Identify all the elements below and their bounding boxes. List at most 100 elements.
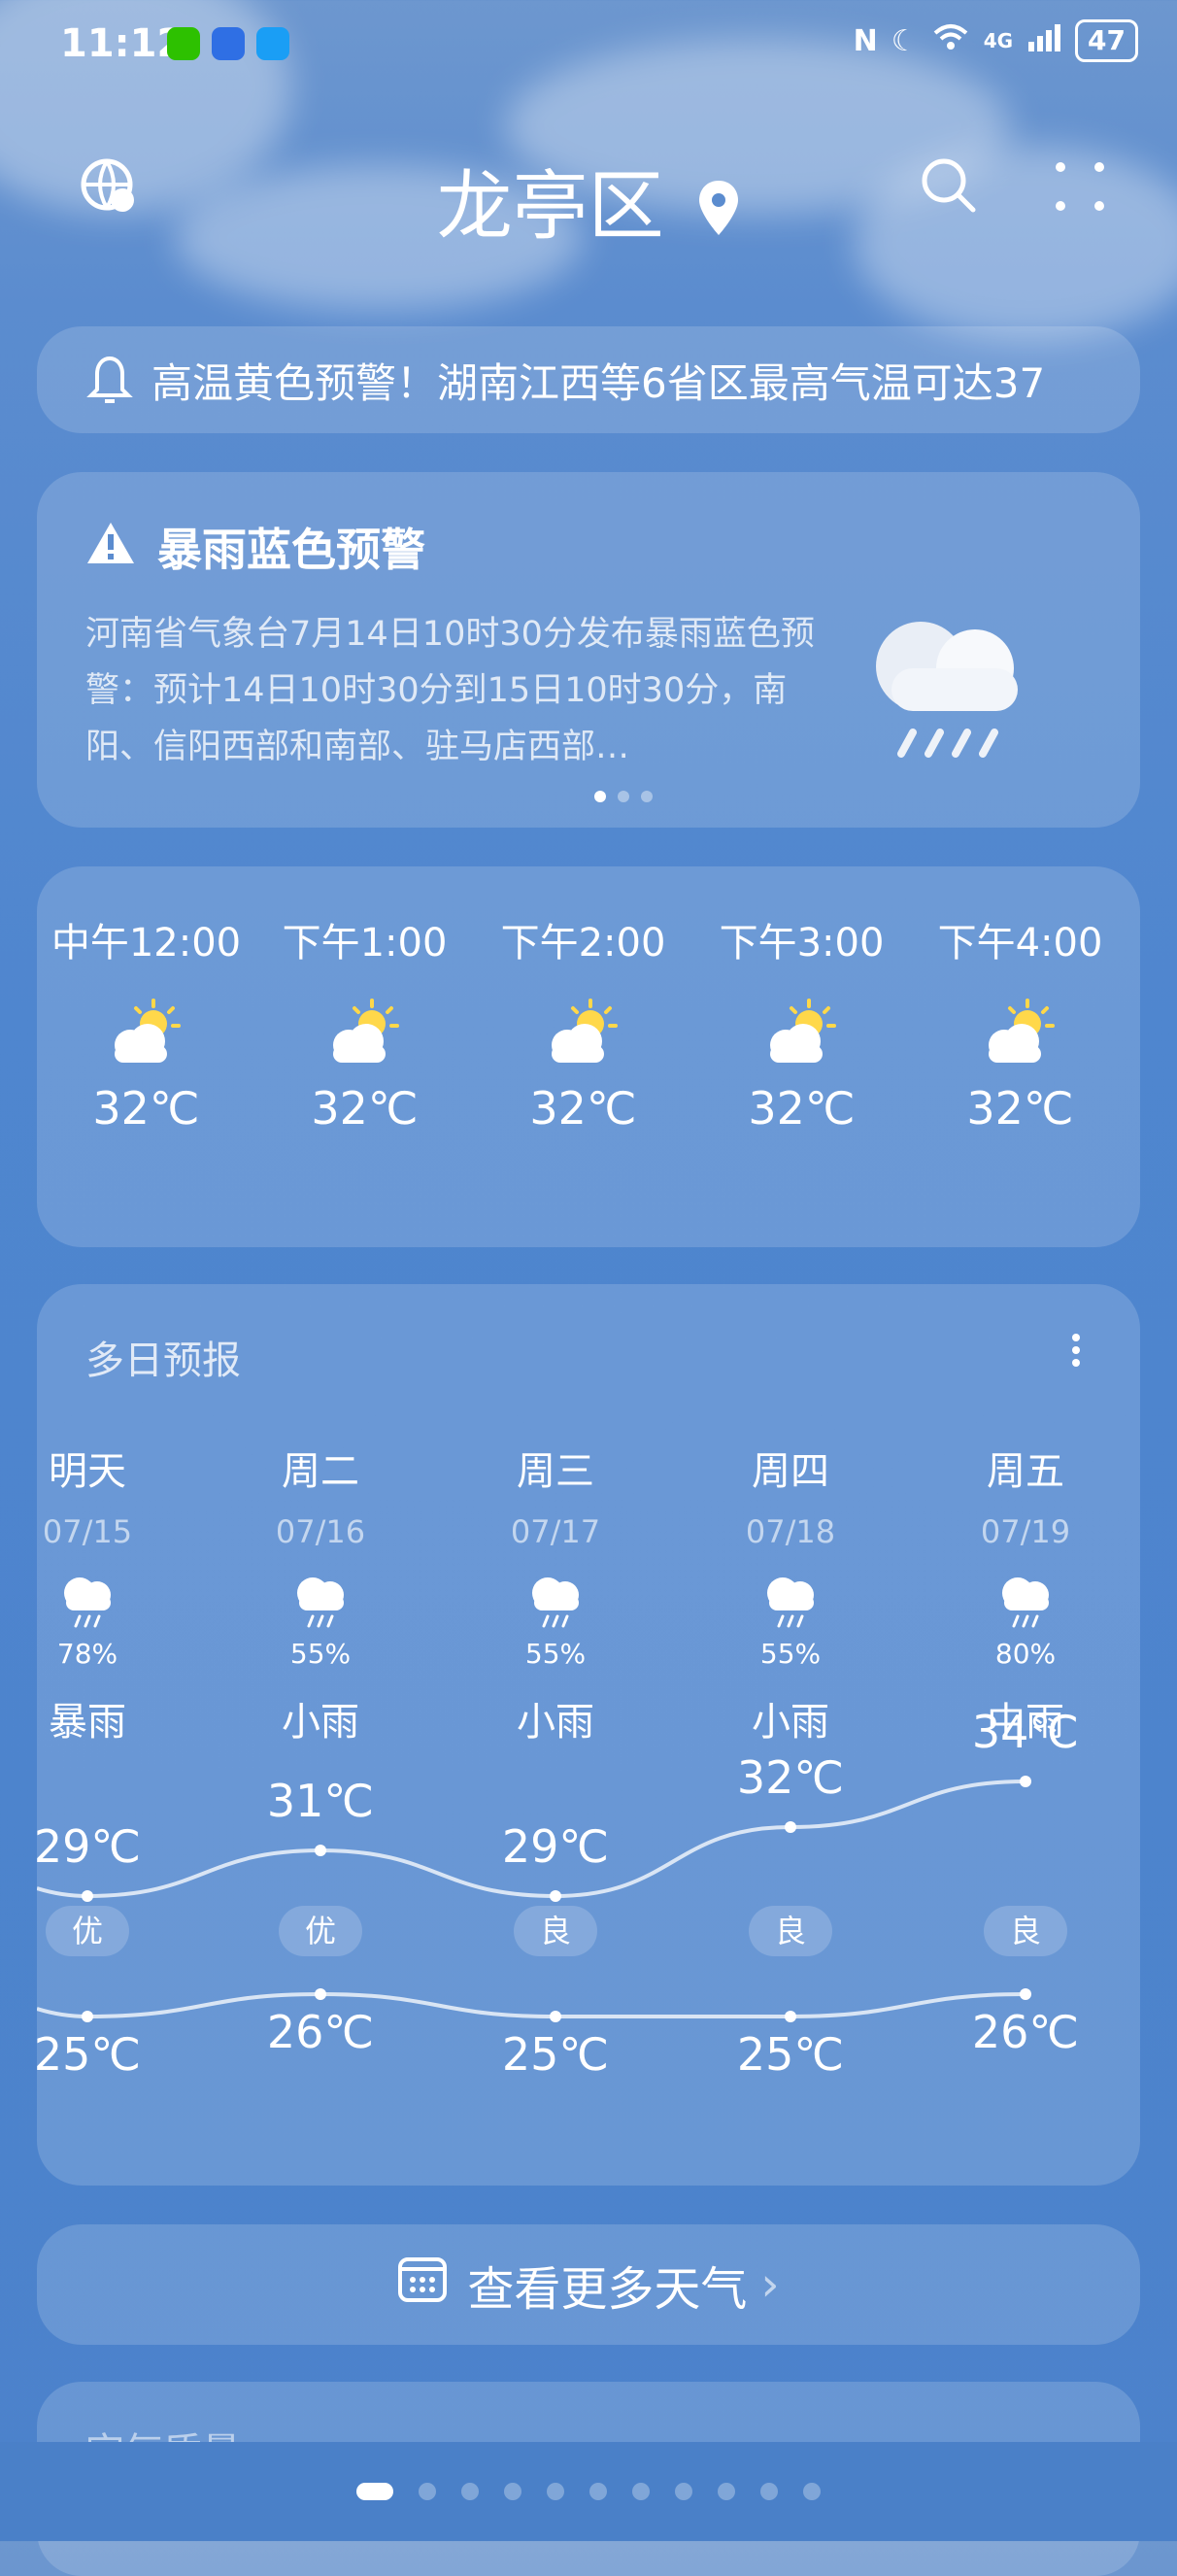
warning-page-dots bbox=[594, 791, 653, 802]
city-title[interactable]: 龙亭区 bbox=[0, 146, 1177, 255]
page-dot[interactable] bbox=[356, 2483, 393, 2500]
alert-ticker-bar[interactable]: 高温黄色预警！湖南江西等6省区最高气温可达37 bbox=[37, 326, 1140, 433]
daily-forecast-card[interactable]: 多日预报 明天 07/15 78% 暴雨 29℃ 25℃ 优周二 07/16 55% 小雨 31℃ 2… bbox=[34, 1284, 1143, 2186]
rain-cloud-icon bbox=[438, 1572, 673, 1632]
page-dot[interactable] bbox=[675, 2483, 692, 2500]
forecast-high: 34℃ bbox=[971, 1706, 1080, 1758]
page-dot[interactable] bbox=[419, 2483, 436, 2500]
location-pin-icon bbox=[697, 168, 740, 255]
more-options-icon[interactable] bbox=[1055, 161, 1105, 216]
sun-cloud-icon bbox=[105, 999, 186, 1072]
temp-point bbox=[1020, 1776, 1031, 1787]
forecast-date: 07/15 bbox=[42, 1513, 133, 1550]
forecast-low: 26℃ bbox=[971, 2006, 1080, 2058]
app-k-icon bbox=[212, 27, 245, 60]
sun-cloud-icon bbox=[323, 999, 405, 1072]
sun-cloud-icon bbox=[760, 999, 842, 1072]
hourly-time: 下午4:00 bbox=[937, 921, 1103, 966]
calendar-icon bbox=[397, 2254, 448, 2316]
hourly-forecast-card[interactable]: 中午12:00 32℃ 下午1:00 32℃ 下午2:00 32℃ 下午3:00 32℃ 下午4… bbox=[37, 866, 1140, 1247]
aqi-badge: 良 bbox=[438, 1906, 673, 1956]
forecast-weather: 小雨 bbox=[517, 1700, 594, 1745]
page-dot[interactable] bbox=[547, 2483, 564, 2500]
page-dot[interactable] bbox=[760, 2483, 778, 2500]
aqi-badge: 良 bbox=[908, 1906, 1143, 1956]
top-header: 龙亭区 bbox=[0, 136, 1177, 251]
forecast-weather: 小雨 bbox=[752, 1700, 829, 1745]
forecast-high: 29℃ bbox=[33, 1820, 142, 1873]
hourly-time: 下午1:00 bbox=[282, 921, 448, 966]
alarm-bell-icon bbox=[85, 351, 134, 409]
hourly-time: 中午12:00 bbox=[50, 921, 242, 966]
city-name: 龙亭区 bbox=[436, 163, 664, 251]
network-label: 4G bbox=[983, 29, 1014, 52]
aqi-label: 良 bbox=[514, 1906, 597, 1956]
precip-chance: 80% bbox=[994, 1638, 1057, 1670]
forecast-high: 31℃ bbox=[266, 1775, 375, 1827]
alert-ticker-text: 高温黄色预警！湖南江西等6省区最高气温可达37 bbox=[151, 358, 1046, 407]
forecast-date: 07/17 bbox=[510, 1513, 601, 1550]
aqi-label: 良 bbox=[984, 1906, 1067, 1956]
hourly-time: 下午2:00 bbox=[500, 921, 666, 966]
temp-curve bbox=[37, 1991, 1026, 2019]
forecast-day: 周四 bbox=[752, 1449, 829, 1494]
hourly-item: 下午2:00 32℃ bbox=[474, 911, 692, 1135]
more-weather-label: 查看更多天气 bbox=[467, 2262, 748, 2317]
status-time: 11:12 bbox=[60, 21, 185, 66]
page-dot[interactable] bbox=[718, 2483, 735, 2500]
precip-chance: 55% bbox=[289, 1638, 352, 1670]
forecast-low: 25℃ bbox=[33, 2028, 142, 2081]
rain-cloud-icon bbox=[673, 1572, 908, 1632]
forecast-low: 25℃ bbox=[501, 2028, 610, 2081]
hourly-item: 下午4:00 32℃ bbox=[911, 911, 1129, 1135]
nfc-icon: N bbox=[853, 23, 878, 58]
precip-chance: 78% bbox=[56, 1638, 118, 1670]
aqi-label: 优 bbox=[46, 1906, 129, 1956]
page-dot[interactable] bbox=[461, 2483, 479, 2500]
forecast-high: 29℃ bbox=[501, 1820, 610, 1873]
hourly-item: 中午12:00 32℃ bbox=[37, 911, 255, 1135]
rain-cloud-icon bbox=[0, 1572, 205, 1632]
temp-point bbox=[785, 1821, 796, 1833]
message-app-icon bbox=[256, 27, 289, 60]
forecast-day: 周五 bbox=[987, 1449, 1064, 1494]
status-bar: 11:12 N ☾ 4G 47 bbox=[0, 0, 1177, 93]
forecast-weather: 暴雨 bbox=[49, 1700, 126, 1745]
hourly-temp: 32℃ bbox=[311, 1082, 419, 1135]
temp-point bbox=[550, 1890, 561, 1902]
hourly-temp: 32℃ bbox=[966, 1082, 1074, 1135]
temp-point bbox=[1020, 1988, 1031, 2000]
aqi-label: 良 bbox=[749, 1906, 832, 1956]
temp-point bbox=[315, 1988, 326, 2000]
signal-icon bbox=[1026, 22, 1061, 59]
rain-cloud-icon bbox=[908, 1572, 1143, 1632]
precip-chance: 55% bbox=[524, 1638, 587, 1670]
search-icon[interactable] bbox=[919, 155, 977, 221]
sun-cloud-icon bbox=[542, 999, 623, 1072]
more-weather-button[interactable]: 查看更多天气 › bbox=[37, 2224, 1140, 2345]
forecast-day: 周二 bbox=[282, 1449, 359, 1494]
hourly-item: 下午3:00 32℃ bbox=[692, 911, 911, 1135]
forecast-date: 07/18 bbox=[745, 1513, 836, 1550]
rain-cloud-icon bbox=[862, 608, 1037, 767]
temp-point bbox=[82, 1890, 93, 1902]
page-dot[interactable] bbox=[632, 2483, 650, 2500]
warning-title: 暴雨蓝色预警 bbox=[157, 524, 425, 576]
page-dot[interactable] bbox=[803, 2483, 821, 2500]
weather-warning-card[interactable]: 暴雨蓝色预警 河南省气象台7月14日10时30分发布暴雨蓝色预警：预计14日10… bbox=[37, 472, 1140, 828]
hourly-temp: 32℃ bbox=[92, 1082, 200, 1135]
temp-point bbox=[82, 2011, 93, 2022]
aqi-badge: 良 bbox=[673, 1906, 908, 1956]
page-dot[interactable] bbox=[589, 2483, 607, 2500]
hourly-item: 下午1:00 32℃ bbox=[255, 911, 474, 1135]
aqi-badge: 优 bbox=[203, 1906, 438, 1956]
precip-chance: 55% bbox=[759, 1638, 822, 1670]
hourly-temp: 32℃ bbox=[529, 1082, 637, 1135]
wechat-icon bbox=[167, 27, 200, 60]
page-dot[interactable] bbox=[504, 2483, 521, 2500]
warning-triangle-icon bbox=[85, 521, 136, 569]
forecast-weather: 小雨 bbox=[282, 1700, 359, 1745]
wifi-icon bbox=[931, 21, 970, 60]
city-page-indicator bbox=[0, 2483, 1177, 2500]
forecast-date: 07/19 bbox=[980, 1513, 1071, 1550]
